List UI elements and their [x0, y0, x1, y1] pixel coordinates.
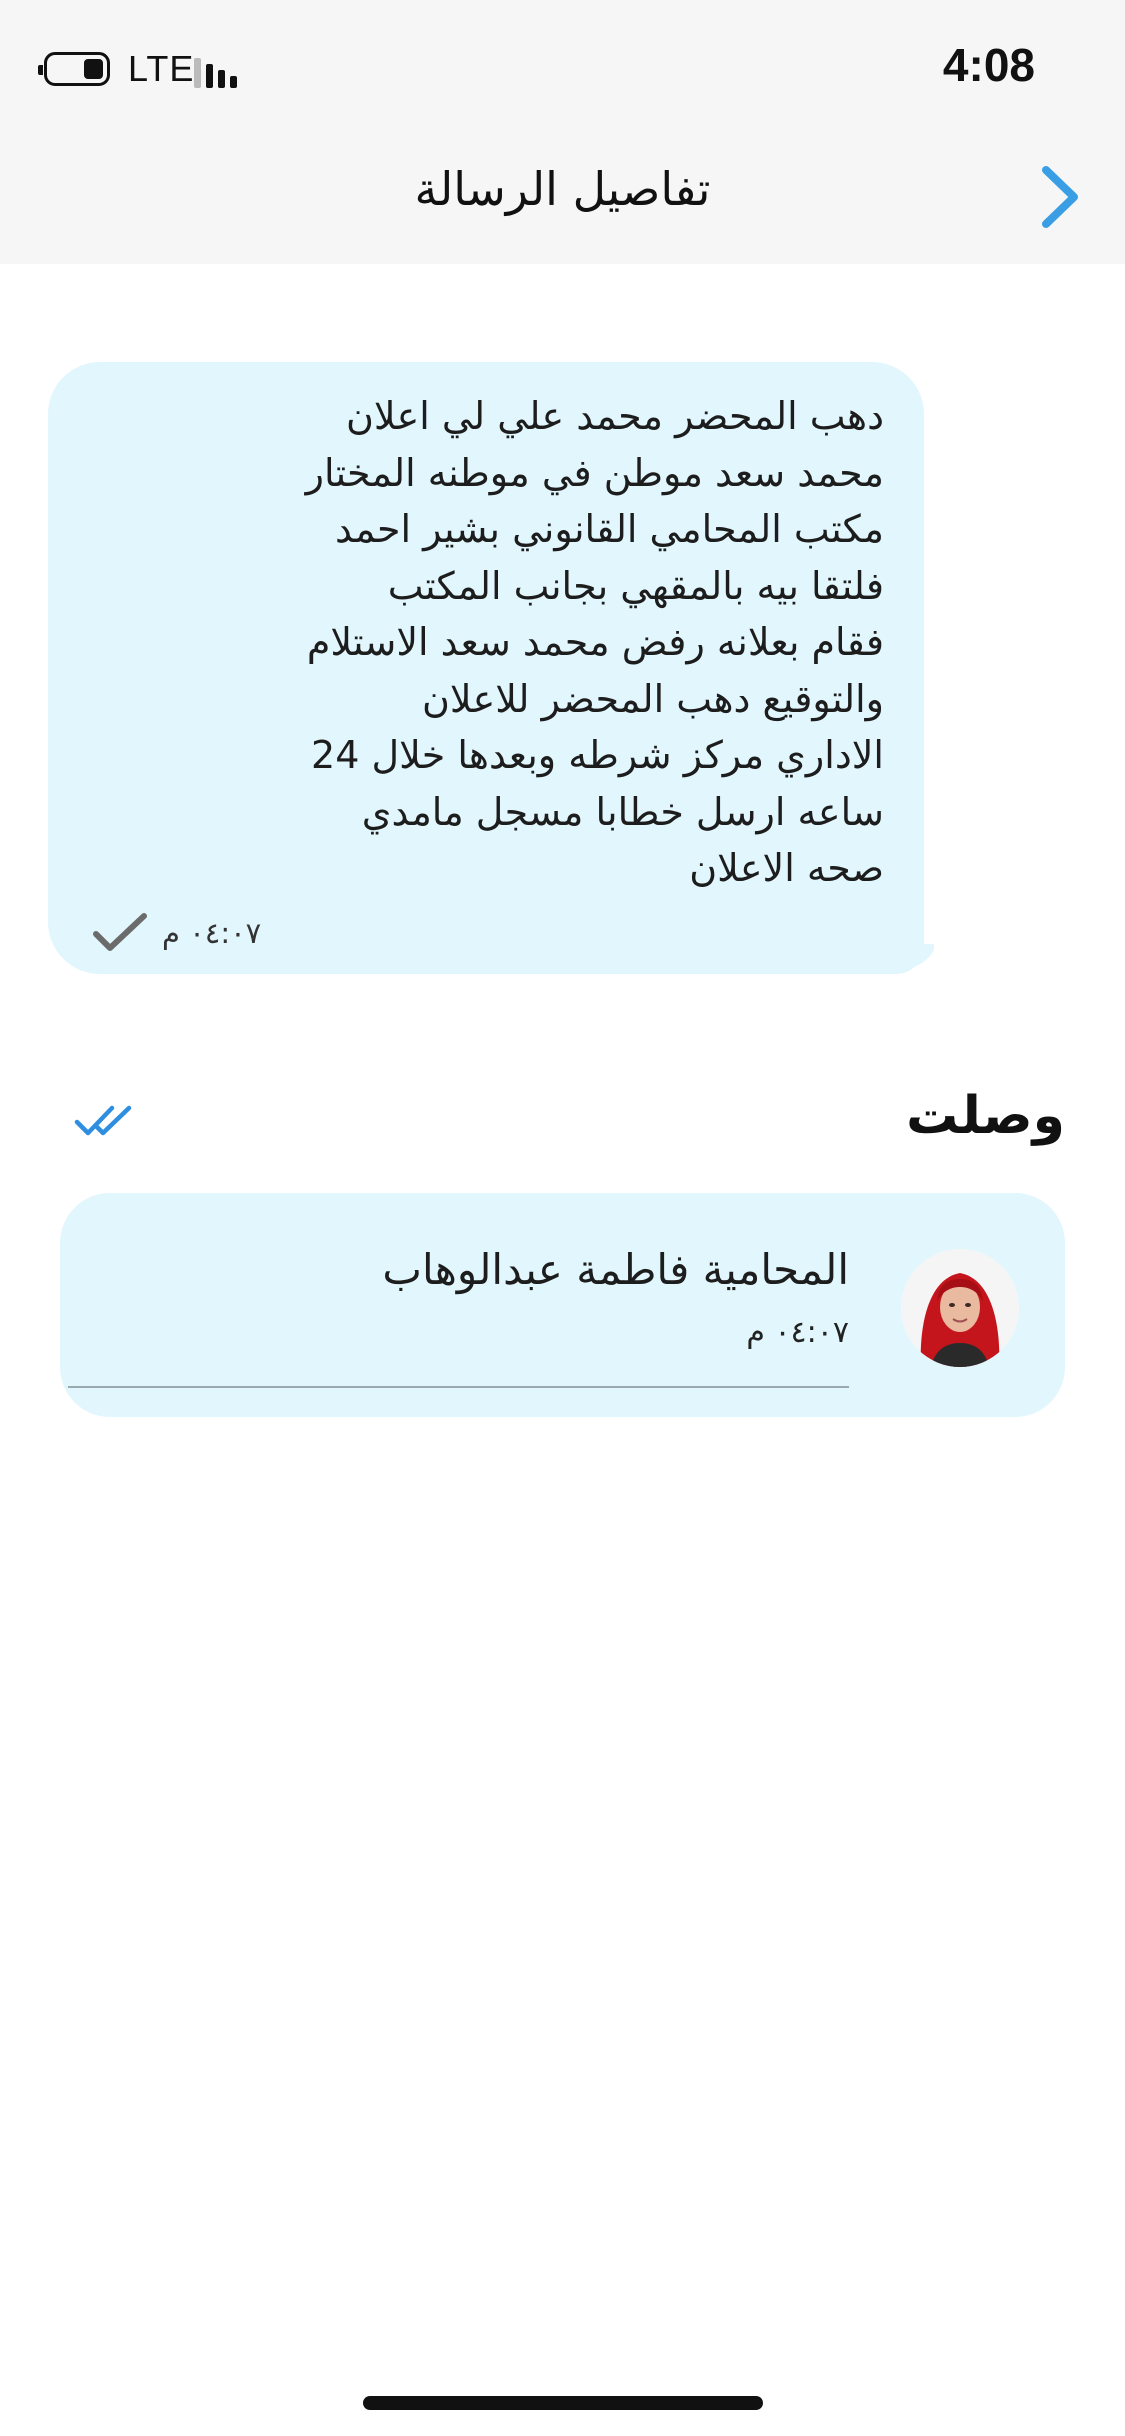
- message-bubble[interactable]: دهب المحضر محمد علي لي اعلان محمد سعد مو…: [48, 362, 934, 974]
- bubble-tail: [900, 944, 934, 974]
- status-bar: LTE 4:08: [0, 0, 1125, 132]
- user-avatar[interactable]: [901, 1249, 1019, 1367]
- recipient-name: المحامية فاطمة عبدالوهاب: [382, 1245, 849, 1294]
- navigation-bar: تفاصيل الرسالة: [0, 132, 1125, 264]
- delivered-title: وصلت: [906, 1086, 1065, 1146]
- divider: [68, 1386, 849, 1388]
- double-check-icon: [74, 1105, 132, 1136]
- network-type: LTE: [128, 48, 195, 89]
- battery-icon: [38, 52, 110, 86]
- message-meta: ٠٤:٠٧ م: [92, 912, 261, 954]
- chevron-right-icon: [1042, 166, 1078, 228]
- signal-strength-icon: [194, 54, 246, 88]
- delivered-section-header: وصلت: [0, 1080, 1125, 1160]
- recipient-time: ٠٤:٠٧ م: [746, 1315, 849, 1350]
- status-time: 4:08: [942, 39, 1035, 91]
- page-title: تفاصيل الرسالة: [414, 162, 711, 216]
- message-time: ٠٤:٠٧ م: [162, 916, 262, 950]
- recipient-row[interactable]: المحامية فاطمة عبدالوهاب ٠٤:٠٧ م: [60, 1193, 1065, 1417]
- message-text: دهب المحضر محمد علي لي اعلان محمد سعد مو…: [305, 394, 884, 890]
- single-check-icon: [93, 913, 147, 951]
- home-indicator[interactable]: [363, 2396, 763, 2410]
- back-button[interactable]: [1025, 162, 1095, 232]
